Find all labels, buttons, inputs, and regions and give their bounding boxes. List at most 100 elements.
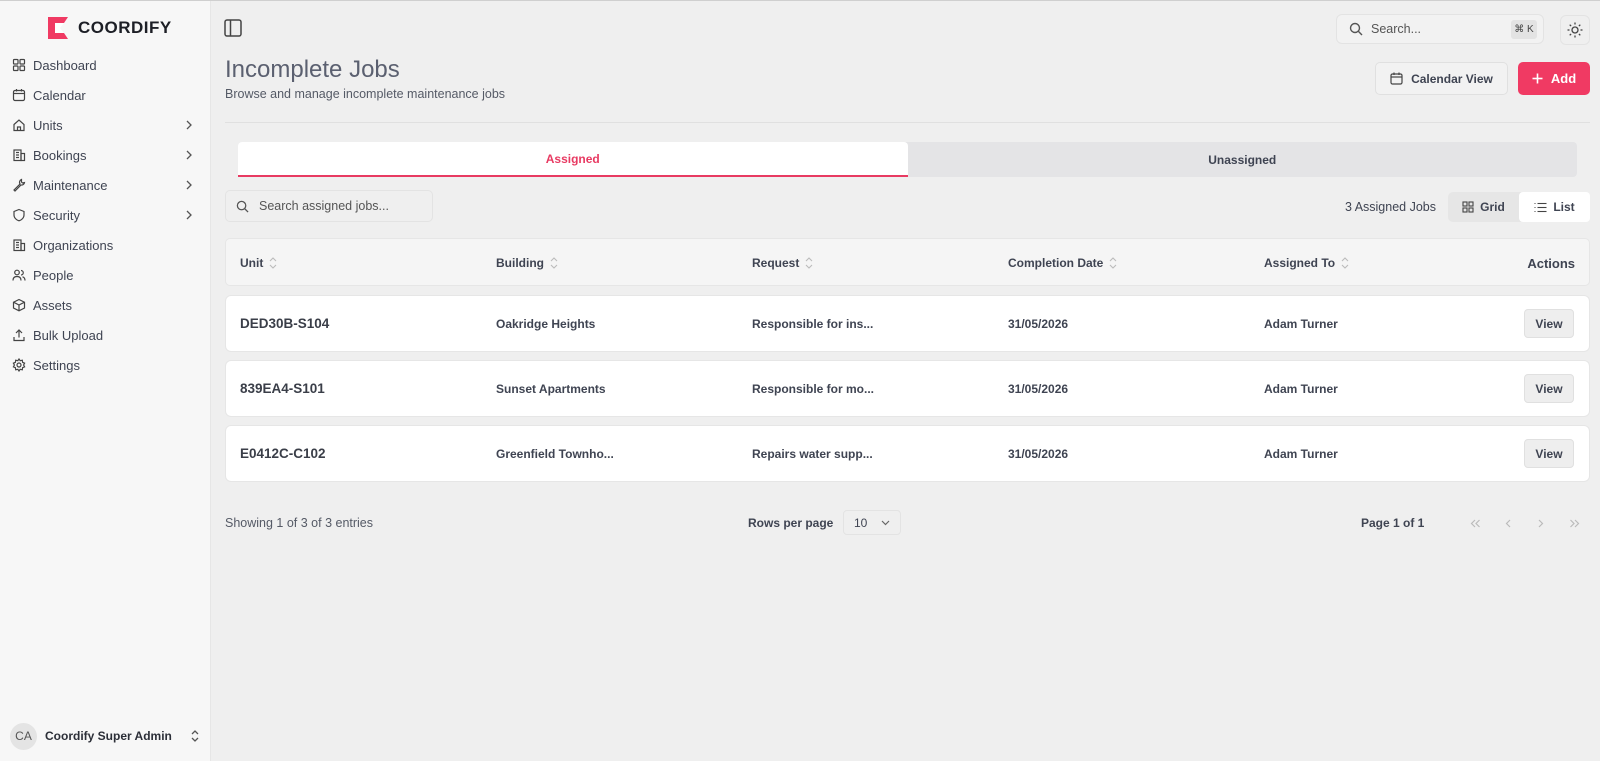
rows-per-page-label: Rows per page: [748, 516, 834, 530]
previous-page-button[interactable]: [1495, 510, 1521, 536]
sidebar-item-units[interactable]: Units: [0, 110, 211, 140]
sidebar-item-calendar[interactable]: Calendar: [0, 80, 211, 110]
tab-unassigned[interactable]: Unassigned: [908, 142, 1578, 177]
cell-completion-date: 31/05/2026: [1008, 382, 1069, 396]
sidebar-item-bulk-upload[interactable]: Bulk Upload: [0, 320, 211, 350]
sidebar-item-organizations[interactable]: Organizations: [0, 230, 211, 260]
tab-assigned[interactable]: Assigned: [238, 142, 908, 177]
cell-building: Oakridge Heights: [496, 317, 596, 331]
sidebar-item-people[interactable]: People: [0, 260, 211, 290]
cell-assigned-to: Adam Turner: [1264, 447, 1338, 461]
sidebar-item-bookings[interactable]: Bookings: [0, 140, 211, 170]
dashboard-icon: [12, 58, 26, 72]
sun-icon: [1567, 22, 1583, 38]
wrench-icon: [13, 178, 26, 192]
global-search-placeholder: Search...: [1371, 22, 1422, 36]
chevron-up-down-icon: [191, 730, 199, 742]
calendar-view-label: Calendar View: [1411, 71, 1493, 86]
sidebar-item-maintenance[interactable]: Maintenance: [0, 170, 211, 200]
sidebar-item-label: Assets: [33, 297, 73, 313]
cell-request: Repairs water supp...: [752, 447, 873, 461]
column-label: Unit: [240, 256, 264, 270]
grid-view-button[interactable]: Grid: [1448, 192, 1519, 222]
page-info: Page 1 of 1: [1361, 516, 1425, 530]
view-button[interactable]: View: [1524, 374, 1574, 403]
user-menu[interactable]: CA Coordify Super Admin: [10, 721, 200, 751]
table-row[interactable]: DED30B-S104 Oakridge Heights Responsible…: [225, 295, 1590, 352]
cell-unit: DED30B-S104: [240, 316, 330, 331]
column-unit[interactable]: Unit: [240, 256, 277, 270]
calendar-icon: [12, 89, 26, 102]
page-subtitle: Browse and manage incomplete maintenance…: [225, 87, 506, 101]
chevron-right-icon: [186, 120, 192, 130]
shield-icon: [13, 208, 25, 222]
user-name: Coordify Super Admin: [45, 729, 172, 743]
sidebar-item-label: Maintenance: [33, 177, 108, 193]
column-label: Assigned To: [1264, 256, 1336, 270]
brand-logo[interactable]: COORDIFY: [46, 15, 172, 41]
calendar-view-button[interactable]: Calendar View: [1375, 62, 1508, 95]
theme-toggle-button[interactable]: [1560, 15, 1590, 45]
plus-icon: [1532, 73, 1543, 84]
first-page-button[interactable]: [1462, 510, 1488, 536]
cell-request: Responsible for mo...: [752, 382, 875, 396]
home-icon: [13, 119, 25, 132]
sidebar-item-label: People: [33, 267, 74, 283]
grid-icon: [1462, 201, 1474, 213]
sidebar-item-assets[interactable]: Assets: [0, 290, 211, 320]
chevron-right-icon: [186, 150, 192, 160]
global-search-input[interactable]: Search... ⌘ K: [1336, 14, 1544, 44]
brand-name: COORDIFY: [78, 18, 172, 37]
sort-icon: [805, 257, 813, 269]
rows-per-page-select[interactable]: 10: [843, 510, 901, 535]
sidebar-item-label: Units: [33, 117, 63, 133]
sort-icon: [269, 257, 277, 269]
coordify-logo-icon: [48, 17, 68, 39]
sidebar-item-label: Dashboard: [33, 57, 97, 73]
cell-assigned-to: Adam Turner: [1264, 382, 1338, 396]
list-icon: [1534, 202, 1547, 212]
column-actions: Actions: [1527, 256, 1575, 271]
search-icon: [1349, 22, 1363, 36]
box-icon: [12, 298, 26, 312]
sidebar-item-label: Settings: [33, 357, 80, 373]
column-assigned-to[interactable]: Assigned To: [1264, 256, 1349, 270]
sidebar-item-dashboard[interactable]: Dashboard: [0, 50, 211, 80]
sidebar-toggle-icon[interactable]: [223, 18, 243, 38]
job-count: 3 Assigned Jobs: [1344, 200, 1436, 214]
last-page-button[interactable]: [1561, 510, 1587, 536]
view-button[interactable]: View: [1524, 439, 1574, 468]
view-button[interactable]: View: [1524, 309, 1574, 338]
cell-completion-date: 31/05/2026: [1008, 447, 1069, 461]
column-label: Building: [496, 256, 544, 270]
column-label: Request: [752, 256, 800, 270]
column-building[interactable]: Building: [496, 256, 558, 270]
shortcut-badge: ⌘ K: [1511, 19, 1537, 39]
add-button[interactable]: Add: [1518, 62, 1590, 95]
next-page-button[interactable]: [1528, 510, 1554, 536]
sort-icon: [1341, 257, 1349, 269]
sidebar-item-security[interactable]: Security: [0, 200, 211, 230]
column-request[interactable]: Request: [752, 256, 813, 270]
users-icon: [12, 269, 26, 281]
add-label: Add: [1550, 71, 1577, 86]
building-icon: [13, 149, 26, 162]
sidebar-item-label: Bookings: [33, 147, 87, 163]
sidebar-nav: Dashboard Calendar Units Bookings Maintenanc…: [0, 50, 211, 380]
sidebar-item-label: Organizations: [33, 237, 114, 253]
calendar-icon: [1390, 72, 1403, 85]
cell-unit: E0412C-C102: [240, 446, 326, 461]
cell-assigned-to: Adam Turner: [1264, 317, 1338, 331]
table-row[interactable]: 839EA4-S101 Sunset Apartments Responsibl…: [225, 360, 1590, 417]
table-row[interactable]: E0412C-C102 Greenfield Townho... Repairs…: [225, 425, 1590, 482]
sidebar-item-settings[interactable]: Settings: [0, 350, 211, 380]
column-completion-date[interactable]: Completion Date: [1008, 256, 1117, 270]
view-toggle: Grid List: [1448, 192, 1590, 222]
sidebar-item-label: Bulk Upload: [33, 327, 104, 343]
search-jobs-input[interactable]: Search assigned jobs...: [225, 190, 433, 222]
cell-building: Greenfield Townho...: [496, 447, 614, 461]
avatar: CA: [10, 722, 37, 750]
cell-unit: 839EA4-S101: [240, 381, 325, 396]
list-view-button[interactable]: List: [1519, 192, 1590, 222]
rows-per-page-value: 10: [854, 515, 868, 530]
